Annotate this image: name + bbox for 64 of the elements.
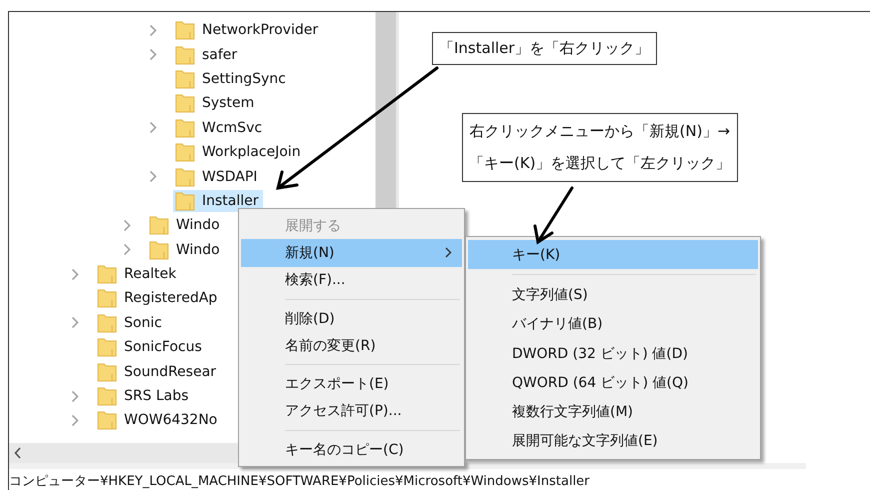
- expand-chevron-icon[interactable]: [149, 170, 158, 184]
- menu-item[interactable]: 名前の変更(R): [241, 332, 462, 360]
- menu-item[interactable]: アクセス許可(P)...: [241, 398, 462, 426]
- menu-item[interactable]: 削除(D): [241, 304, 462, 332]
- expand-chevron-icon[interactable]: [71, 268, 80, 281]
- expand-chevron-icon[interactable]: [71, 414, 80, 427]
- callout-text: 「Installer」を「右クリック」: [439, 39, 650, 58]
- status-bar-path: コンピューター¥HKEY_LOCAL_MACHINE¥SOFTWARE¥Policies¥Microsoft¥Windows¥Installer: [9, 463, 806, 490]
- tree-item[interactable]: safer: [173, 44, 242, 66]
- tree-item[interactable]: WcmSvc: [173, 116, 266, 139]
- menu-item[interactable]: 展開可能な文字列値(E): [468, 426, 758, 456]
- folder-icon: [175, 142, 195, 162]
- tree-item[interactable]: WSDAPI: [173, 166, 262, 188]
- tree-item[interactable]: WOW6432No: [95, 409, 222, 432]
- tree-item[interactable]: SRS Labs: [95, 385, 193, 408]
- menu-item[interactable]: 検索(F)...: [241, 266, 462, 294]
- menu-item[interactable]: キー(K): [468, 240, 758, 270]
- folder-icon: [175, 44, 195, 65]
- folder-icon: [175, 118, 195, 138]
- tree-item[interactable]: Realtek: [95, 263, 180, 286]
- tree-item[interactable]: NetworkProvider: [173, 19, 322, 42]
- tree-item[interactable]: SonicFocus: [95, 336, 206, 358]
- expand-chevron-icon[interactable]: [149, 24, 158, 37]
- tree-item[interactable]: SoundResear: [95, 360, 220, 383]
- folder-icon: [175, 190, 195, 211]
- pointer-arrow: [534, 186, 574, 244]
- folder-icon: [97, 362, 117, 382]
- folder-icon: [149, 240, 169, 260]
- tree-item[interactable]: Sonic: [95, 312, 166, 334]
- folder-icon: [175, 20, 195, 40]
- expand-chevron-icon[interactable]: [149, 121, 158, 134]
- folder-icon: [149, 215, 169, 236]
- menu-item[interactable]: 文字列値(S): [468, 280, 758, 310]
- expand-chevron-icon[interactable]: [123, 243, 132, 256]
- folder-icon: [175, 93, 195, 114]
- menu-item[interactable]: DWORD (32 ビット) 値(D): [468, 338, 758, 368]
- folder-icon: [97, 410, 117, 430]
- tree-item[interactable]: System: [173, 92, 258, 114]
- folder-icon: [97, 386, 117, 406]
- tree-item[interactable]: WorkplaceJoin: [173, 141, 305, 164]
- menu-item[interactable]: バイナリ値(B): [468, 310, 758, 339]
- menu-item[interactable]: 新規(N): [241, 239, 462, 267]
- folder-icon: [97, 312, 117, 333]
- folder-icon: [175, 68, 195, 89]
- expand-chevron-icon[interactable]: [123, 218, 132, 232]
- folder-icon: [97, 264, 117, 284]
- tree-item[interactable]: SettingSync: [173, 68, 290, 90]
- tree-item[interactable]: Windo: [147, 238, 224, 261]
- expand-chevron-icon[interactable]: [71, 390, 80, 403]
- menu-item[interactable]: キー名のコピー(C): [241, 436, 462, 464]
- tree-item[interactable]: RegisteredAp: [95, 287, 222, 310]
- menu-item[interactable]: 複数行文字列値(M): [468, 397, 758, 427]
- menu-item[interactable]: QWORD (64 ビット) 値(Q): [468, 368, 758, 398]
- folder-icon: [97, 337, 117, 358]
- folder-icon: [97, 288, 117, 308]
- expand-chevron-icon[interactable]: [71, 316, 80, 330]
- tree-item[interactable]: Installer: [173, 190, 263, 212]
- callout-text: 「キー(K)」を選択して「左クリック」: [469, 154, 731, 173]
- callout-text: 右クリックメニューから「新規(N)」→: [470, 122, 730, 141]
- scroll-left-icon[interactable]: [14, 447, 22, 459]
- tree-item[interactable]: Windo: [147, 214, 224, 236]
- folder-icon: [175, 166, 195, 187]
- expand-chevron-icon[interactable]: [149, 48, 158, 62]
- menu-item[interactable]: エクスポート(E): [241, 370, 462, 398]
